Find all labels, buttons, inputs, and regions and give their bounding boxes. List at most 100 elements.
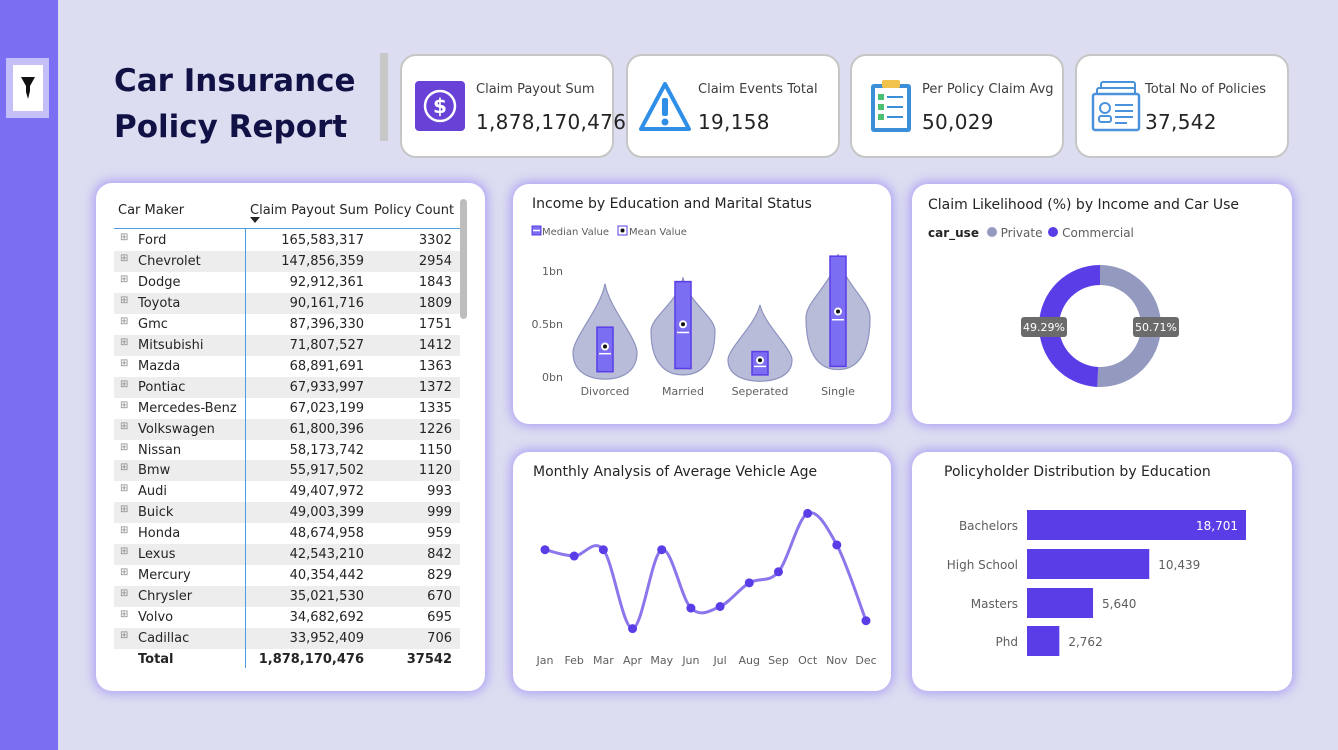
cell-claim-payout: 40,354,442 (289, 568, 364, 584)
expand-icon[interactable]: ⊞ (120, 274, 128, 285)
x-category-label: Divorced (581, 385, 630, 398)
legend-median: Median Value (531, 225, 609, 238)
kpi-total-policies: Total No of Policies 37,542 (1075, 54, 1289, 158)
table-row[interactable]: ⊞ Cadillac 33,952,409 706 (114, 628, 460, 650)
expand-icon[interactable]: ⊞ (120, 379, 128, 390)
expand-icon[interactable]: ⊞ (120, 504, 128, 515)
expand-icon[interactable]: ⊞ (120, 609, 128, 620)
table-row[interactable]: ⊞ Mercury 40,354,442 829 (114, 565, 460, 586)
expand-icon[interactable]: ⊞ (120, 462, 128, 473)
column-divider (245, 228, 246, 668)
data-point[interactable] (803, 508, 813, 518)
x-tick-label: Dec (855, 654, 876, 667)
table-row[interactable]: ⊞ Lexus 42,543,210 842 (114, 544, 460, 566)
expand-icon[interactable]: ⊞ (120, 546, 128, 557)
y-tick-label: 0bn (542, 371, 563, 384)
education-bar-card: Policyholder Distribution by Education B… (912, 452, 1292, 691)
expand-icon[interactable]: ⊞ (120, 358, 128, 369)
table-row[interactable]: ⊞ Nissan 58,173,742 1150 (114, 440, 460, 461)
table-row[interactable]: ⊞ Mitsubishi 71,807,527 1412 (114, 334, 460, 356)
data-point[interactable] (773, 567, 783, 577)
cell-claim-payout: 71,807,527 (289, 337, 364, 353)
bar[interactable] (1027, 549, 1150, 579)
data-point[interactable] (861, 616, 871, 626)
table-row[interactable]: ⊞ Gmc 87,396,330 1751 (114, 314, 460, 335)
table-row[interactable]: ⊞ Volvo 34,682,692 695 (114, 607, 460, 628)
expand-icon[interactable]: ⊞ (120, 295, 128, 306)
table-row[interactable]: ⊞ Volkswagen 61,800,396 1226 (114, 418, 460, 440)
sidebar (0, 0, 58, 750)
cell-car-maker: Gmc (138, 316, 168, 332)
data-point[interactable] (744, 578, 754, 588)
data-point[interactable] (598, 545, 608, 555)
table-row[interactable]: ⊞ Chrysler 35,021,530 670 (114, 586, 460, 608)
x-category-label: Single (821, 385, 855, 398)
expand-icon[interactable]: ⊞ (120, 316, 128, 327)
expand-icon[interactable]: ⊞ (120, 442, 128, 453)
table-row[interactable]: ⊞ Ford 165,583,317 3302 (114, 230, 460, 251)
data-point[interactable] (569, 551, 579, 561)
expand-icon[interactable]: ⊞ (120, 253, 128, 264)
table-row[interactable]: ⊞ Honda 48,674,958 959 (114, 523, 460, 544)
bar-chart: Bachelors 18,701 High School 10,439 Masters 5… (947, 510, 1246, 656)
filter-button[interactable] (6, 58, 49, 118)
clipboard-icon (868, 78, 922, 132)
cell-car-maker: Toyota (138, 295, 181, 311)
table-row[interactable]: ⊞ Mercedes-Benz 67,023,199 1335 (114, 398, 460, 419)
table-row[interactable]: ⊞ Audi 49,407,972 993 (114, 481, 460, 502)
col-header-car-maker[interactable]: Car Maker (118, 203, 184, 218)
col-header-policy-count[interactable]: Policy Count (374, 203, 454, 218)
bar[interactable] (1027, 626, 1060, 656)
data-point[interactable] (540, 545, 550, 555)
filter-icon[interactable] (12, 65, 43, 111)
cell-claim-payout: 61,800,396 (289, 421, 364, 437)
cell-car-maker: Volvo (138, 610, 174, 626)
cell-car-maker: Bmw (138, 463, 171, 479)
expand-icon[interactable]: ⊞ (120, 421, 128, 432)
expand-icon[interactable]: ⊞ (120, 567, 128, 578)
table-total-row: Total 1,878,170,476 37542 (114, 650, 460, 670)
value-label: 18,701 (1196, 519, 1238, 533)
table-row[interactable]: ⊞ Chevrolet 147,856,359 2954 (114, 250, 460, 272)
table-row[interactable]: ⊞ Bmw 55,917,502 1120 (114, 460, 460, 482)
cell-policy-count: 1335 (418, 400, 452, 416)
cell-car-maker: Chevrolet (138, 253, 201, 269)
data-point[interactable] (686, 603, 696, 613)
bar[interactable] (1027, 588, 1094, 618)
data-point[interactable] (832, 540, 842, 550)
expand-icon[interactable]: ⊞ (120, 483, 128, 494)
table-row[interactable]: ⊞ Buick 49,003,399 999 (114, 502, 460, 524)
cell-policy-count: 1809 (418, 295, 452, 311)
table-row[interactable]: ⊞ Dodge 92,912,361 1843 (114, 272, 460, 293)
col-header-claim-payout[interactable]: Claim Payout Sum (250, 203, 369, 218)
mean-marker-dot (681, 322, 685, 327)
svg-text:$: $ (433, 94, 447, 118)
expand-icon[interactable]: ⊞ (120, 525, 128, 536)
table-scrollbar[interactable] (460, 199, 467, 319)
expand-icon[interactable]: ⊞ (120, 232, 128, 243)
cell-policy-count: 993 (427, 484, 452, 500)
data-point[interactable] (715, 602, 725, 611)
cell-car-maker: Cadillac (138, 631, 190, 647)
total-label: Total (138, 652, 174, 667)
category-label: Masters (971, 597, 1018, 611)
series-line[interactable] (544, 511, 868, 631)
sort-desc-icon[interactable] (250, 217, 260, 223)
data-point[interactable] (628, 624, 638, 634)
y-tick-label: 0.5bn (532, 318, 563, 331)
cell-car-maker: Buick (138, 505, 174, 521)
expand-icon[interactable]: ⊞ (120, 400, 128, 411)
cell-car-maker: Audi (138, 484, 167, 500)
expand-icon[interactable]: ⊞ (120, 588, 128, 599)
cell-policy-count: 1363 (418, 358, 452, 374)
cell-claim-payout: 35,021,530 (289, 589, 364, 605)
cell-policy-count: 1150 (418, 442, 452, 458)
expand-icon[interactable]: ⊞ (120, 630, 128, 641)
expand-icon[interactable]: ⊞ (120, 337, 128, 348)
data-point[interactable] (657, 545, 667, 555)
table-row[interactable]: ⊞ Mazda 68,891,691 1363 (114, 356, 460, 377)
cell-claim-payout: 55,917,502 (289, 463, 364, 479)
table-row[interactable]: ⊞ Pontiac 67,933,997 1372 (114, 376, 460, 398)
table-row[interactable]: ⊞ Toyota 90,161,716 1809 (114, 292, 460, 314)
cell-claim-payout: 90,161,716 (289, 295, 364, 311)
